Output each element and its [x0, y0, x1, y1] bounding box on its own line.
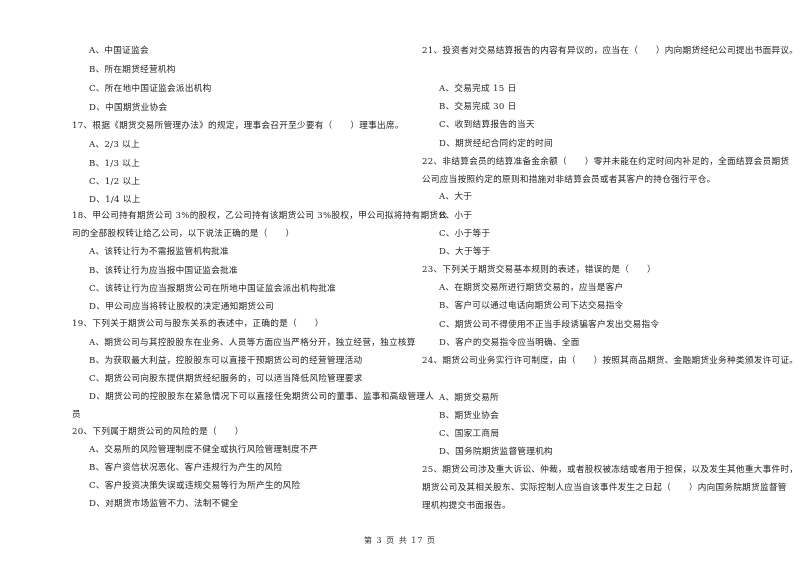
left-column: A、中国证监会 B、所在期货经营机构 C、所在地中国证监会派出机构 D、中国期货…	[72, 0, 447, 565]
q18-option-d: D、甲公司应当将转让股权的决定通知期货公司	[89, 302, 275, 312]
q21-option-b: B、交易完成 30 日	[439, 102, 517, 112]
q20-stem: 20、下列属于期货公司的风险的是（ ）	[72, 427, 244, 437]
q23-option-c: C、期货公司不得使用不正当手段诱骗客户发出交易指令	[439, 320, 660, 330]
q25-stem-line3: 理机构提交书面报告。	[422, 501, 511, 511]
right-column: 21、投资者对交易结算报告的内容有异议的，应当在（ ）内向期货经纪公司提出书面异…	[422, 0, 798, 565]
q17-option-a: A、2/3 以上	[89, 140, 140, 150]
q17-option-d: D、1/4 以上	[89, 195, 141, 205]
q18-stem-line1: 18、甲公司持有期货公司 3%的股权，乙公司持有该期货公司 3%股权，甲公司拟将…	[72, 211, 448, 221]
q22-option-a: A、大于	[439, 192, 473, 202]
q16-option-a: A、中国证监会	[89, 46, 149, 56]
q24-stem: 24、期货公司业务实行许可制度，由（ ）按照其商品期货、金融期货业务种类颁发许可…	[422, 356, 799, 366]
q19-option-b: B、为获取最大利益，控股股东可以直接干预期货公司的经营管理活动	[89, 356, 363, 366]
q24-option-c: C、国家工商局	[439, 429, 500, 439]
q19-option-c: C、期货公司向股东提供期货经纪服务的，可以适当降低风险管理要求	[89, 374, 363, 384]
q16-option-d: D、中国期货业协会	[89, 103, 168, 113]
q25-stem-line2: 期货公司及其相关股东、实际控制人应当自该事件发生之日起（ ）内向国务院期货监督管	[422, 483, 787, 493]
q19-option-a: A、期货公司与其控股股东在业务、人员等方面应当严格分开，独立经营，独立核算	[89, 338, 416, 348]
q20-option-d: D、对期货市场监管不力、法制不健全	[89, 499, 239, 509]
q20-option-b: B、客户资信状况恶化、客户违规行为产生的风险	[89, 463, 283, 473]
q18-option-c: C、该转让行为应当报期货公司在所地中国证监会派出机构批准	[89, 284, 337, 294]
q22-option-c: C、小于等于	[439, 229, 491, 239]
q19-option-d: D、期货公司的控股股东在紧急情况下可以直接任免期货公司的董事、监事和高级管理人	[89, 392, 435, 402]
q16-option-c: C、所在地中国证监会派出机构	[89, 84, 212, 94]
q18-stem-line2: 司的全部股权转让给乙公司，以下说法正确的是（ ）	[72, 229, 295, 239]
q18-option-a: A、该转让行为不需报监管机构批准	[89, 247, 229, 257]
q21-option-c: C、收到结算报告的当天	[439, 120, 535, 130]
q22-option-d: D、大于等于	[439, 247, 491, 257]
q21-option-d: D、期货经纪合同约定的时间	[439, 139, 553, 149]
q23-option-d: D、客户的交易指令应当明确、全面	[439, 338, 580, 348]
q17-option-b: B、1/3 以上	[89, 159, 141, 169]
q19-option-d-wrap: 员	[72, 410, 81, 420]
q24-option-d: D、国务院期货监督管理机构	[439, 447, 553, 457]
q18-option-b: B、该转让行为应当报中国证监会批准	[89, 266, 238, 276]
q25-stem-line1: 25、期货公司涉及重大诉讼、仲裁，或者股权被冻结或者用于担保，以及发生其他重大事…	[422, 465, 799, 475]
q24-option-a: A、期货交易所	[439, 393, 499, 403]
q23-stem: 23、下列关于期货交易基本规则的表述，错误的是（ ）	[422, 265, 656, 275]
q17-option-c: C、1/2 以上	[89, 177, 141, 187]
q23-option-b: B、客户可以通过电话向期货公司下达交易指令	[439, 301, 624, 311]
page-number: 第 3 页 共 17 页	[364, 536, 436, 545]
q17-stem: 17、根据《期货交易所管理办法》的规定，理事会召开至少要有（ ）理事出席。	[72, 121, 404, 131]
q22-option-b: B、小于	[439, 211, 473, 221]
q24-option-b: B、期货业协会	[439, 411, 499, 421]
q19-stem: 19、下列关于期货公司与股东关系的表述中，正确的是（ ）	[72, 319, 324, 329]
q21-stem: 21、投资者对交易结算报告的内容有异议的，应当在（ ）内向期货经纪公司提出书面异…	[422, 46, 799, 56]
q16-option-b: B、所在期货经营机构	[89, 65, 176, 75]
q22-stem-line2: 公司应当按照约定的原则和措施对非结算会员或者其客户的持仓强行平仓。	[422, 175, 716, 185]
q22-stem-line1: 22、非结算会员的结算准备金余额（ ）零并未能在约定时间内补足的，全面结算会员期…	[422, 157, 790, 167]
q23-option-a: A、在期货交易所进行期货交易的，应当是客户	[439, 283, 624, 293]
q21-option-a: A、交易完成 15 日	[439, 84, 517, 94]
q20-option-c: C、客户投资决策失误或违规交易等行为所产生的风险	[89, 481, 301, 491]
q20-option-a: A、交易所的风险管理制度不健全或执行风险管理制度不严	[89, 445, 318, 455]
